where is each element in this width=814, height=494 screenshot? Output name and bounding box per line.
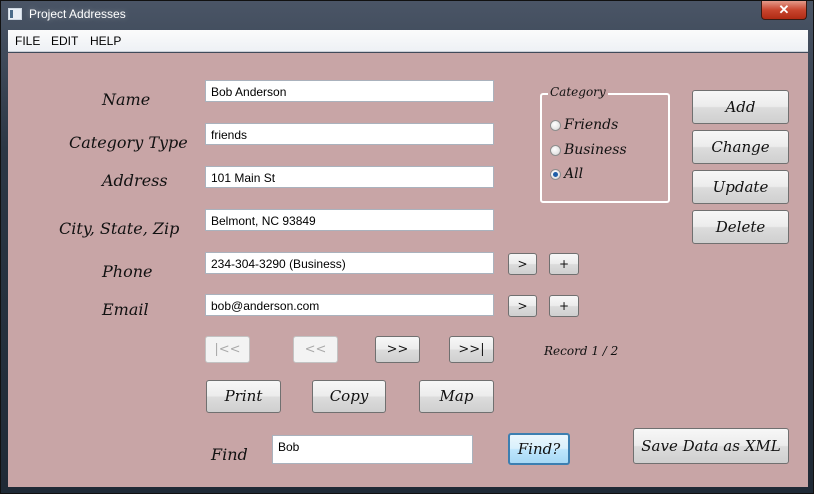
- city-state-zip-field[interactable]: Belmont, NC 93849: [205, 209, 494, 231]
- print-button[interactable]: Print: [206, 380, 281, 413]
- radio-all[interactable]: All: [550, 166, 670, 184]
- find-input[interactable]: Bob: [272, 435, 473, 464]
- city-state-zip-label: City, State, Zip: [59, 219, 180, 238]
- menu-bar: FILE EDIT HELP: [8, 30, 808, 52]
- category-legend: Category: [548, 85, 608, 99]
- email-add-button[interactable]: +: [549, 295, 579, 317]
- radio-friends[interactable]: Friends: [550, 117, 670, 135]
- category-groupbox: Category Friends Business All: [540, 85, 670, 203]
- delete-button[interactable]: Delete: [692, 210, 789, 244]
- save-xml-button[interactable]: Save Data as XML: [633, 428, 789, 464]
- address-label: Address: [102, 171, 168, 190]
- radio-business-indicator[interactable]: [550, 145, 561, 156]
- phone-label: Phone: [102, 262, 153, 281]
- radio-business-label: Business: [564, 142, 627, 158]
- add-button[interactable]: Add: [692, 90, 789, 124]
- email-next-button[interactable]: >: [508, 295, 537, 317]
- first-record-button[interactable]: |<<: [205, 336, 250, 363]
- next-record-button[interactable]: >>: [375, 336, 420, 363]
- app-icon: [8, 8, 22, 20]
- menu-edit[interactable]: EDIT: [51, 34, 78, 48]
- form-panel: Name Category Type Address City, State, …: [8, 53, 808, 487]
- find-button[interactable]: Find?: [508, 433, 570, 465]
- record-counter: Record 1 / 2: [544, 344, 619, 358]
- category-type-field[interactable]: friends: [205, 123, 494, 145]
- last-record-button[interactable]: >>|: [449, 336, 494, 363]
- find-label: Find: [211, 445, 248, 464]
- email-field[interactable]: bob@anderson.com: [205, 294, 494, 316]
- app-window: Project Addresses ✕ FILE EDIT HELP Name …: [0, 0, 814, 494]
- phone-next-button[interactable]: >: [508, 253, 537, 275]
- phone-add-button[interactable]: +: [549, 253, 579, 275]
- window-title: Project Addresses: [29, 7, 126, 21]
- radio-business[interactable]: Business: [550, 142, 670, 160]
- radio-friends-label: Friends: [564, 117, 619, 133]
- category-type-label: Category Type: [69, 133, 188, 152]
- copy-button[interactable]: Copy: [312, 380, 386, 413]
- radio-all-label: All: [564, 166, 584, 182]
- change-button[interactable]: Change: [692, 130, 789, 164]
- name-label: Name: [102, 90, 151, 109]
- menu-help[interactable]: HELP: [90, 34, 121, 48]
- address-field[interactable]: 101 Main St: [205, 166, 494, 188]
- map-button[interactable]: Map: [419, 380, 494, 413]
- title-bar[interactable]: Project Addresses ✕: [1, 1, 813, 29]
- name-field[interactable]: Bob Anderson: [205, 80, 494, 102]
- phone-field[interactable]: 234-304-3290 (Business): [205, 252, 494, 274]
- update-button[interactable]: Update: [692, 170, 789, 204]
- radio-all-indicator[interactable]: [550, 169, 561, 180]
- radio-friends-indicator[interactable]: [550, 120, 561, 131]
- close-button[interactable]: ✕: [761, 1, 807, 20]
- email-label: Email: [102, 300, 149, 319]
- previous-record-button[interactable]: <<: [293, 336, 338, 363]
- menu-file[interactable]: FILE: [15, 34, 40, 48]
